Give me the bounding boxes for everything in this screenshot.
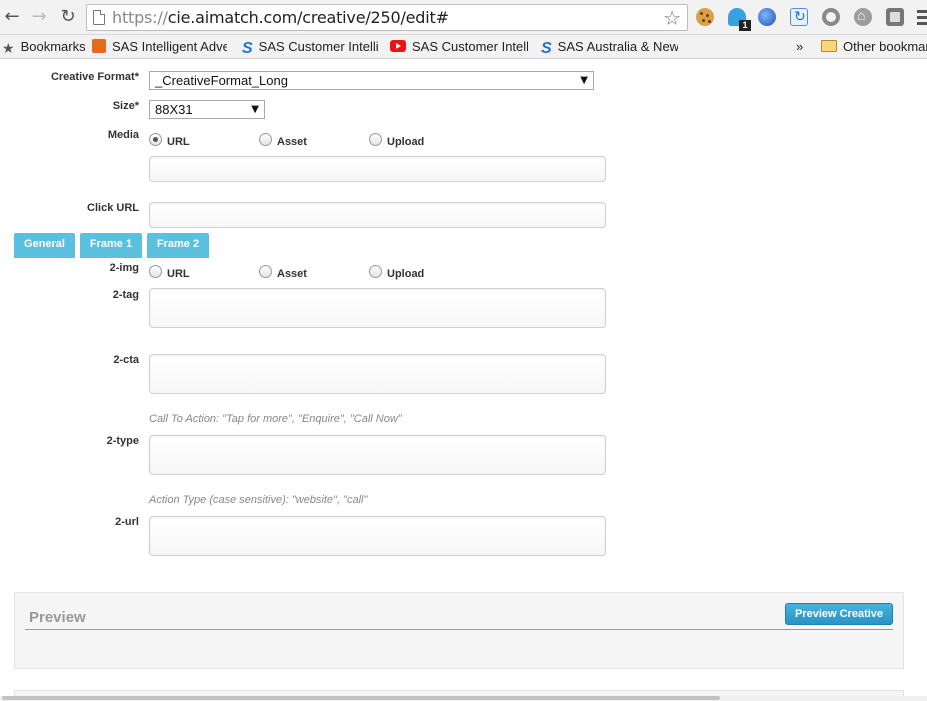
img-asset-radio[interactable] — [259, 265, 272, 278]
reload-icon[interactable]: ↻ — [58, 7, 78, 27]
click-url-input[interactable] — [149, 202, 606, 228]
media-url-radio[interactable] — [149, 133, 162, 146]
cta-hint: Call To Action: "Tap for more", "Enquire… — [149, 413, 402, 425]
sas-logo-icon: S — [242, 40, 253, 57]
cookie-icon[interactable] — [696, 8, 714, 26]
media-asset-label: Asset — [277, 136, 307, 148]
media-label: Media — [107, 129, 139, 141]
preview-divider — [25, 629, 893, 630]
tag-label: 2-tag — [112, 289, 139, 301]
forward-arrow-icon[interactable]: → — [29, 7, 49, 27]
img-upload-label: Upload — [387, 268, 425, 280]
media-upload-label: Upload — [387, 136, 425, 148]
other-bookmarks[interactable]: Other bookmarks — [821, 38, 927, 56]
bookmarks-overflow[interactable]: » — [796, 38, 803, 56]
cta-input[interactable] — [149, 354, 606, 394]
scrollbar-thumb[interactable] — [2, 696, 720, 700]
sas-logo-icon: S — [541, 40, 552, 57]
url-label: 2-url — [115, 516, 139, 528]
globe-icon[interactable] — [758, 8, 776, 26]
type-input[interactable] — [149, 435, 606, 475]
url-text: https://cie.aimatch.com/creative/250/edi… — [112, 8, 449, 27]
media-asset-radio[interactable] — [259, 133, 272, 146]
img-asset-label: Asset — [277, 268, 307, 280]
img-upload-radio[interactable] — [369, 265, 382, 278]
page-icon — [93, 10, 105, 25]
star-icon: ★ — [2, 41, 15, 56]
address-bar[interactable]: https://cie.aimatch.com/creative/250/edi… — [86, 4, 688, 31]
size-label: Size* — [112, 100, 139, 112]
creative-format-label: Creative Format* — [50, 71, 139, 83]
bookmark-item[interactable]: S SAS Australia & New Z — [541, 38, 678, 56]
bookmark-item[interactable]: SAS Intelligent Advert — [92, 38, 227, 56]
home-icon[interactable] — [854, 7, 872, 26]
img-url-radio[interactable] — [149, 265, 162, 278]
type-label: 2-type — [106, 435, 139, 447]
dropdown-arrow-icon: ▼ — [580, 75, 588, 86]
url-input[interactable] — [149, 516, 606, 556]
type-hint: Action Type (case sensitive): "website",… — [149, 494, 368, 506]
cta-label: 2-cta — [113, 354, 139, 366]
creative-format-select[interactable]: _CreativeFormat_Long ▼ — [149, 71, 594, 90]
horizontal-scrollbar[interactable] — [0, 696, 927, 701]
bookmark-item[interactable]: SAS Customer Intellig — [390, 38, 528, 56]
sas-icon — [92, 39, 106, 53]
menu-icon[interactable] — [917, 10, 927, 28]
tab-general[interactable]: General — [14, 233, 75, 258]
dropdown-arrow-icon: ▼ — [251, 104, 259, 115]
media-url-input[interactable] — [149, 156, 606, 182]
ghost-badge: 1 — [739, 20, 751, 31]
bookmarks-menu[interactable]: ★ Bookmarks — [2, 38, 86, 56]
media-url-label: URL — [167, 136, 190, 148]
back-arrow-icon[interactable]: ← — [2, 7, 22, 27]
click-url-label: Click URL — [87, 202, 139, 214]
bookmark-star-icon[interactable]: ☆ — [663, 6, 681, 30]
bookmark-item[interactable]: S SAS Customer Intellig — [242, 38, 378, 56]
refresh-extension-icon[interactable] — [790, 8, 808, 26]
img-url-label: URL — [167, 268, 190, 280]
tab-frame-2[interactable]: Frame 2 — [147, 233, 209, 258]
img-label: 2-img — [109, 262, 139, 274]
size-select[interactable]: 88X31 ▼ — [149, 100, 265, 119]
browser-toolbar: ← → ↻ https://cie.aimatch.com/creative/2… — [0, 0, 927, 35]
ghost-icon[interactable]: 1 — [728, 8, 751, 31]
media-upload-radio[interactable] — [369, 133, 382, 146]
square-icon[interactable] — [886, 8, 904, 26]
bookmarks-bar: ★ Bookmarks SAS Intelligent Advert S SAS C… — [0, 35, 927, 59]
tab-frame-1[interactable]: Frame 1 — [80, 233, 142, 258]
folder-icon — [821, 40, 837, 52]
preview-creative-button[interactable]: Preview Creative — [785, 603, 893, 625]
ring-icon[interactable] — [822, 8, 840, 26]
tag-input[interactable] — [149, 288, 606, 328]
preview-panel: Preview Preview Creative — [14, 592, 904, 669]
page-content: Creative Format* _CreativeFormat_Long ▼ … — [0, 60, 927, 701]
youtube-icon — [390, 40, 406, 52]
preview-title: Preview — [29, 609, 86, 626]
